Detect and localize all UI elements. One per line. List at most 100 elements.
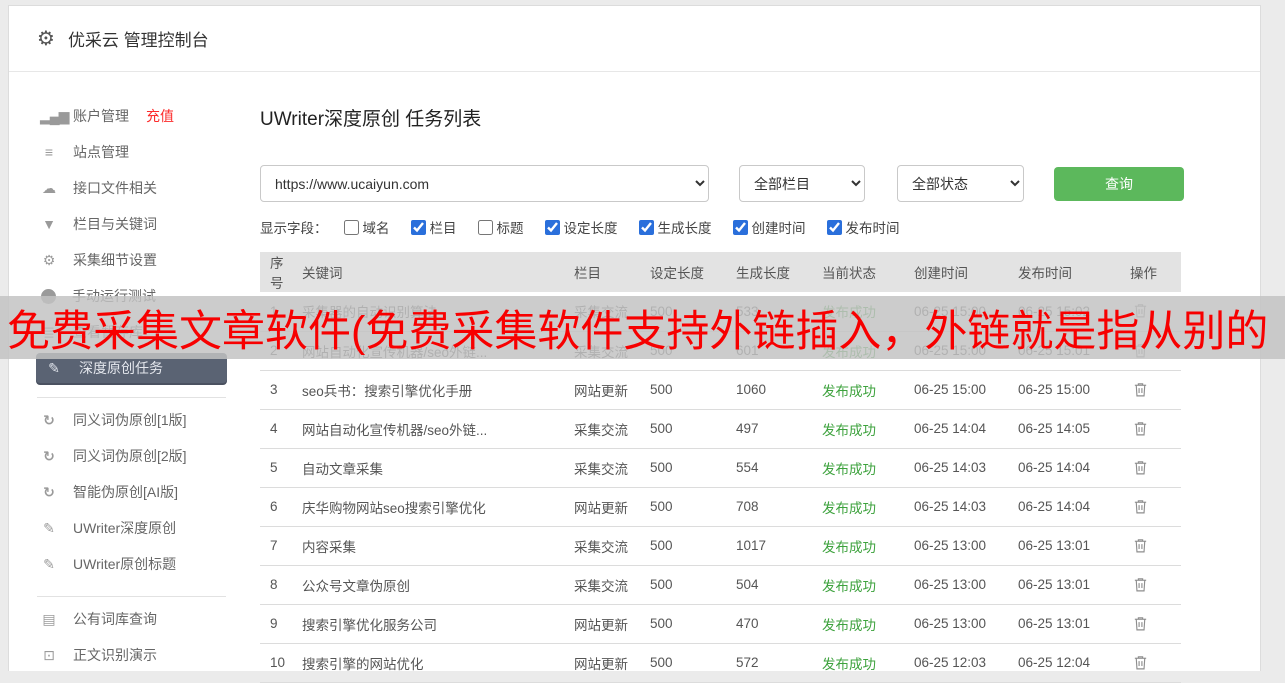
sidebar-item[interactable]: ↻ 同义词伪原创[2版] — [9, 438, 254, 474]
sidebar: ▂▄▆ 账户管理 充值 ≡ 站点管理 ☁ 接口文件相关 ▼ 栏目与关键词 ⚙ 采… — [9, 72, 254, 670]
sidebar-item-label: UWriter原创标题 — [73, 556, 177, 572]
recharge-badge[interactable]: 充值 — [146, 106, 174, 126]
delete-button[interactable] — [1130, 652, 1149, 674]
table-row: 3 seo兵书：搜索引擎优化手册 网站更新 500 1060 发布成功 06-2… — [260, 370, 1181, 410]
column-header: 栏目 — [570, 252, 646, 292]
sidebar-item[interactable]: ↻ 同义词伪原创[1版] — [9, 402, 254, 438]
query-button[interactable]: 查询 — [1054, 166, 1184, 201]
column-filter-select[interactable]: 全部栏目 — [739, 165, 865, 202]
app-title: 优采云 管理控制台 — [67, 31, 209, 50]
cell-created: 06-25 13:00 — [910, 565, 1014, 605]
column-header: 序号 — [260, 252, 298, 292]
status-filter-select[interactable]: 全部状态 — [897, 165, 1024, 202]
sidebar-item[interactable]: ✎ UWriter原创标题 — [9, 546, 254, 582]
sidebar-item-label: UWriter深度原创 — [73, 520, 177, 536]
cell-keyword: 庆华购物网站seo搜索引擎优化 — [298, 487, 570, 527]
cell-column: 网站更新 — [570, 487, 646, 527]
gear-icon: ⚙ — [37, 28, 55, 50]
field-checkbox-input[interactable] — [477, 219, 493, 235]
delete-button[interactable] — [1130, 379, 1149, 401]
cell-column: 采集交流 — [570, 526, 646, 566]
cell-keyword: 搜索引擎优化服务公司 — [298, 604, 570, 644]
cell-created: 06-25 14:04 — [910, 409, 1014, 449]
field-checkbox-input[interactable] — [638, 219, 654, 235]
cell-keyword: 内容采集 — [298, 526, 570, 566]
cell-gen-length: 497 — [732, 409, 818, 449]
trash-icon — [1134, 577, 1147, 591]
sidebar-item[interactable]: ✎ UWriter深度原创 — [9, 510, 254, 546]
cell-gen-length: 572 — [732, 643, 818, 683]
table-row: 4 网站自动化宣传机器/seo外链... 采集交流 500 497 发布成功 0… — [260, 409, 1181, 449]
monitor-icon: ⊡ — [43, 646, 55, 663]
sidebar-item[interactable]: ☁ 接口文件相关 — [9, 170, 254, 206]
server-icon: ≡ — [44, 144, 54, 160]
field-checkbox[interactable]: 域名 — [343, 217, 390, 237]
table-row: 9 搜索引擎优化服务公司 网站更新 500 470 发布成功 06-25 13:… — [260, 604, 1181, 644]
cell-column: 采集交流 — [570, 409, 646, 449]
field-checkbox[interactable]: 设定长度 — [544, 217, 618, 237]
refresh-icon: ↻ — [43, 411, 55, 428]
trash-icon — [1134, 655, 1147, 669]
edit-icon: ✎ — [48, 359, 60, 376]
cell-set-length: 500 — [646, 370, 732, 410]
cell-no: 9 — [260, 604, 298, 644]
field-checkbox-label: 域名 — [362, 221, 390, 236]
cell-status: 发布成功 — [818, 565, 910, 605]
sidebar-item[interactable]: ⚙ 采集细节设置 — [9, 242, 254, 278]
delete-button[interactable] — [1130, 418, 1149, 440]
field-checkbox-input[interactable] — [826, 219, 842, 235]
sidebar-item[interactable]: ▼ 栏目与关键词 — [9, 206, 254, 242]
field-checkbox[interactable]: 创建时间 — [732, 217, 806, 237]
delete-button[interactable] — [1130, 613, 1149, 635]
sidebar-item[interactable]: ≡ 站点管理 — [9, 134, 254, 170]
cell-published: 06-25 14:04 — [1014, 448, 1126, 488]
field-checkbox-input[interactable] — [732, 219, 748, 235]
cell-set-length: 500 — [646, 448, 732, 488]
page-title: UWriter深度原创 任务列表 — [260, 109, 482, 130]
field-checkbox[interactable]: 栏目 — [410, 217, 457, 237]
delete-button[interactable] — [1130, 535, 1149, 557]
column-header: 发布时间 — [1014, 252, 1126, 292]
cell-gen-length: 504 — [732, 565, 818, 605]
field-checkbox[interactable]: 发布时间 — [826, 217, 900, 237]
field-checkbox-label: 标题 — [496, 221, 524, 236]
site-select[interactable]: https://www.ucaiyun.com — [260, 165, 709, 202]
edit-icon: ✎ — [43, 519, 55, 536]
field-checkbox[interactable]: 生成长度 — [638, 217, 712, 237]
sidebar-item-label: 公有词库查询 — [73, 611, 157, 627]
cell-status: 发布成功 — [818, 448, 910, 488]
cell-status: 发布成功 — [818, 487, 910, 527]
cell-column: 采集交流 — [570, 448, 646, 488]
sidebar-item[interactable]: ⊡ 正文识别演示 — [9, 637, 254, 673]
sidebar-item-label: 智能伪原创[AI版] — [73, 484, 179, 500]
table-row: 5 自动文章采集 采集交流 500 554 发布成功 06-25 14:03 0… — [260, 448, 1181, 488]
refresh-icon: ↻ — [43, 483, 55, 500]
table-row: 7 内容采集 采集交流 500 1017 发布成功 06-25 13:00 06… — [260, 526, 1181, 566]
trash-icon — [1134, 616, 1147, 630]
sidebar-item[interactable]: ▂▄▆ 账户管理 充值 — [9, 98, 254, 134]
table-row: 10 搜索引擎的网站优化 网站更新 500 572 发布成功 06-25 12:… — [260, 643, 1181, 683]
sidebar-item-label: 同义词伪原创[1版] — [73, 412, 187, 428]
field-checkbox-input[interactable] — [343, 219, 359, 235]
delete-button[interactable] — [1130, 496, 1149, 518]
cell-column: 网站更新 — [570, 604, 646, 644]
delete-button[interactable] — [1130, 457, 1149, 479]
cell-status: 发布成功 — [818, 370, 910, 410]
column-header: 当前状态 — [818, 252, 910, 292]
cell-published: 06-25 14:05 — [1014, 409, 1126, 449]
field-checkbox[interactable]: 标题 — [477, 217, 524, 237]
task-table-header-row: 序号 关键词 栏目 设定长度 生成长度 当前状态 创建时间 发布时间 操作 — [260, 252, 1181, 292]
table-row: 8 公众号文章伪原创 采集交流 500 504 发布成功 06-25 13:00… — [260, 565, 1181, 605]
cell-gen-length: 1060 — [732, 370, 818, 410]
field-checkbox-input[interactable] — [410, 219, 426, 235]
display-fields-label: 显示字段： — [260, 221, 328, 236]
sidebar-item[interactable]: ▤ 公有词库查询 — [9, 601, 254, 637]
cell-column: 网站更新 — [570, 643, 646, 683]
display-fields-row: 显示字段： 域名 栏目 标题 设定长度 生成长度 创建时间 发布时间 — [260, 217, 1260, 237]
delete-button[interactable] — [1130, 574, 1149, 596]
field-checkbox-input[interactable] — [544, 219, 560, 235]
field-checkbox-label: 发布时间 — [845, 221, 900, 236]
sidebar-item[interactable]: ↻ 智能伪原创[AI版] — [9, 474, 254, 510]
cell-no: 5 — [260, 448, 298, 488]
cell-created: 06-25 14:03 — [910, 448, 1014, 488]
